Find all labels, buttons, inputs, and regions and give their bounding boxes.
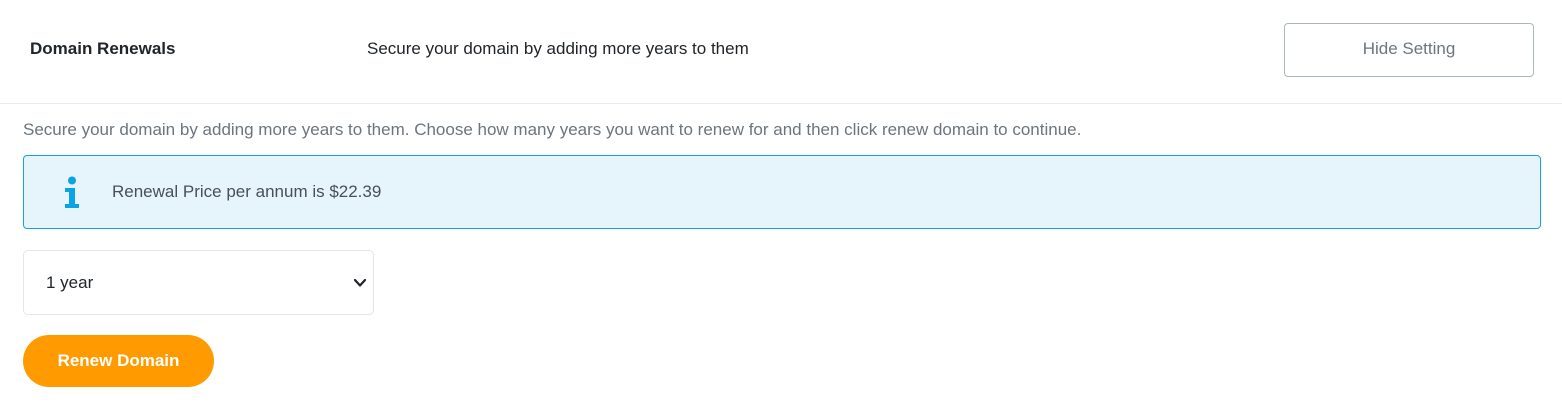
hide-setting-button[interactable]: Hide Setting — [1284, 23, 1534, 77]
renewal-years-select[interactable]: 1 year — [23, 250, 374, 315]
selected-years-value: 1 year — [46, 273, 94, 292]
info-icon — [65, 176, 79, 208]
chevron-down-icon — [353, 278, 367, 287]
section-subtitle: Secure your domain by adding more years … — [367, 39, 749, 58]
section-title: Domain Renewals — [30, 39, 176, 58]
renewal-price-text: Renewal Price per annum is $22.39 — [112, 182, 382, 201]
renew-domain-button[interactable]: Renew Domain — [23, 335, 214, 387]
settings-header: Domain Renewals Secure your domain by ad… — [0, 0, 1562, 104]
renewal-price-alert: Renewal Price per annum is $22.39 — [23, 155, 1541, 229]
renewal-description: Secure your domain by adding more years … — [23, 120, 1082, 139]
